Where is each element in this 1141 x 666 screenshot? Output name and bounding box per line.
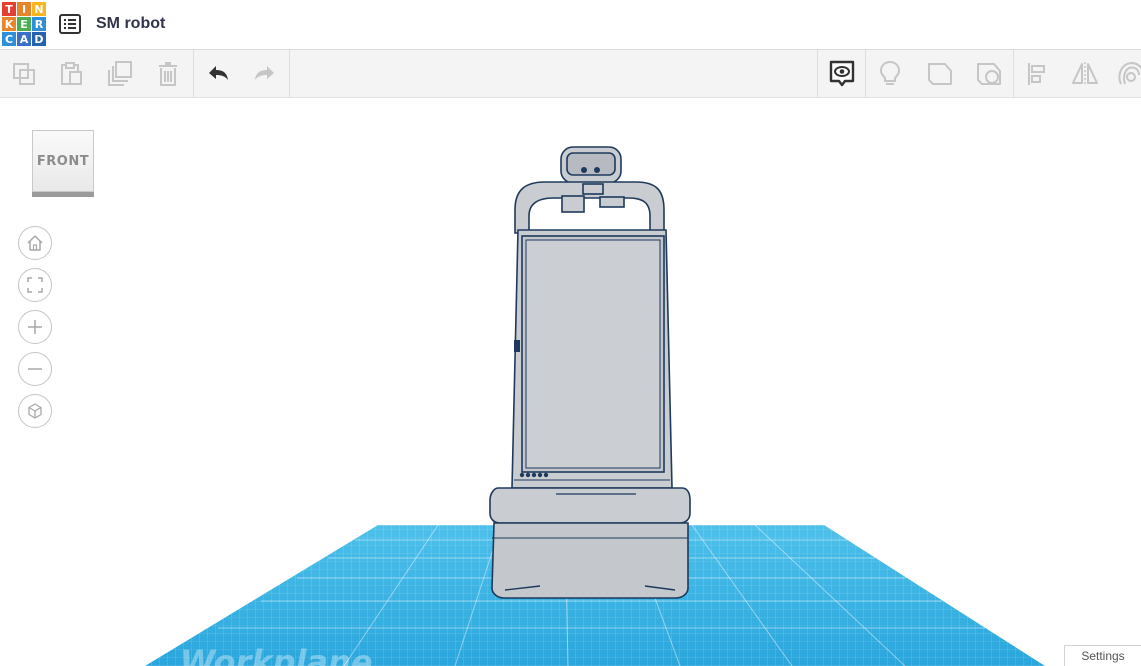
zoom-in-icon — [28, 320, 42, 334]
zoom-in-button[interactable] — [18, 310, 52, 344]
logo-letter: N — [32, 2, 46, 16]
hole-shape-icon — [977, 63, 1001, 85]
copy-icon — [13, 63, 35, 85]
solid-button[interactable] — [916, 50, 964, 98]
tinkercad-logo[interactable]: T I N K E R C A D — [2, 2, 46, 46]
zoom-out-icon — [28, 368, 42, 370]
mirror-icon — [1072, 62, 1098, 86]
fit-view-icon — [27, 277, 43, 293]
workplane-label: Workplane — [180, 643, 373, 666]
logo-letter: E — [17, 17, 31, 31]
top-header: T I N K E R C A D SM robot — [0, 0, 1141, 50]
perspective-toggle-button[interactable] — [18, 394, 52, 428]
group-button[interactable] — [1106, 50, 1141, 98]
group-icon — [1118, 62, 1141, 85]
scene-canvas: Workplane — [145, 146, 1045, 666]
3d-viewport[interactable]: Workplane FRONT Settings — [0, 98, 1141, 666]
align-icon — [1028, 63, 1045, 85]
logo-letter: T — [2, 2, 16, 16]
mirror-button[interactable] — [1061, 50, 1109, 98]
duplicate-icon — [108, 61, 132, 86]
logo-letter: K — [2, 17, 16, 31]
undo-button[interactable] — [194, 50, 242, 98]
fit-view-button[interactable] — [18, 268, 52, 302]
delete-icon — [159, 62, 177, 86]
tinkercad-editor: T I N K E R C A D SM robot Workplane FRO… — [0, 0, 1141, 666]
paste-icon — [61, 62, 82, 85]
redo-button[interactable] — [241, 50, 289, 98]
logo-letter: A — [17, 32, 31, 46]
undo-icon — [209, 66, 228, 80]
toolbar-divider — [289, 50, 290, 98]
logo-letter: R — [32, 17, 46, 31]
perspective-cube-icon — [28, 403, 42, 419]
tips-button[interactable] — [866, 50, 914, 98]
home-icon — [27, 235, 43, 251]
list-icon — [59, 14, 81, 34]
logo-letter: C — [2, 32, 16, 46]
hole-button[interactable] — [965, 50, 1013, 98]
duplicate-button[interactable] — [96, 50, 144, 98]
design-title[interactable]: SM robot — [96, 15, 165, 33]
design-list-button[interactable] — [58, 12, 82, 36]
delete-button[interactable] — [144, 50, 192, 98]
view-cube-label: FRONT — [36, 153, 90, 169]
align-button[interactable] — [1014, 50, 1062, 98]
logo-letter: I — [17, 2, 31, 16]
logo-letter: D — [32, 32, 46, 46]
view-cube[interactable]: FRONT — [32, 130, 94, 197]
notes-visibility-button[interactable] — [818, 50, 866, 98]
edit-toolbar — [0, 50, 1141, 98]
home-view-button[interactable] — [18, 226, 52, 260]
zoom-out-button[interactable] — [18, 352, 52, 386]
view-cube-edge — [32, 192, 94, 197]
robot-model[interactable] — [489, 146, 691, 599]
redo-icon — [255, 66, 274, 80]
view-cube-face[interactable]: FRONT — [32, 130, 94, 192]
copy-button[interactable] — [0, 50, 48, 98]
notes-eye-icon — [829, 60, 855, 87]
paste-button[interactable] — [47, 50, 95, 98]
solid-shape-icon — [928, 63, 952, 85]
lightbulb-icon — [879, 60, 901, 85]
settings-button[interactable]: Settings — [1064, 645, 1141, 666]
